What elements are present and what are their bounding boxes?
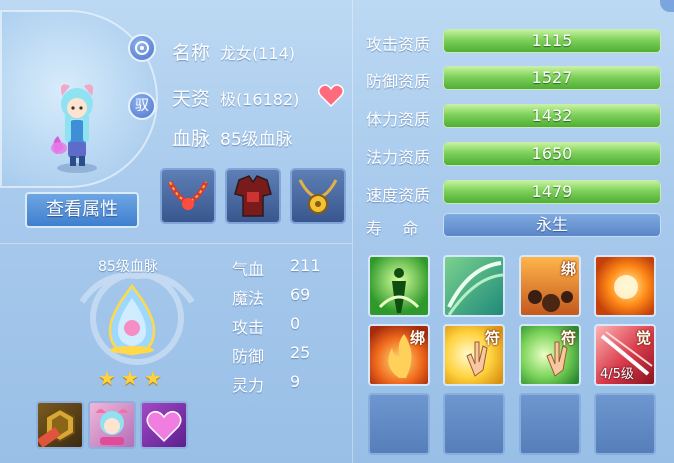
view-attributes-button[interactable]: 查看属性 [25, 192, 139, 228]
tame-badge[interactable]: 驭 [128, 92, 156, 120]
equip-slot-amulet[interactable] [290, 168, 346, 224]
aptitude-value: 1527 [531, 68, 573, 87]
talent-value: 极(16182) [220, 90, 300, 109]
heart-item-icon [146, 410, 182, 443]
bloodline-star-icon: ★ [121, 366, 139, 390]
stat-row-defense: 防御 25 [232, 343, 310, 367]
skill-awaken-tag: 觉 [635, 329, 651, 347]
aptitude-bar-speed: 1479 [443, 180, 661, 204]
skill-bound-tag: 绑 [560, 260, 576, 278]
skill-slot[interactable]: 绑 [368, 324, 430, 386]
aptitude-label-speed: 速度资质 [366, 186, 431, 205]
aptitude-label-defense: 防御资质 [366, 72, 431, 91]
lifespan-label: 寿 命 [366, 219, 419, 238]
empty-skill-slot[interactable] [443, 393, 505, 455]
green-aura-skill-icon [378, 268, 420, 313]
necklace-icon [167, 180, 209, 210]
skill-talisman-tag: 符 [560, 329, 576, 347]
equip-slot-necklace[interactable] [160, 168, 216, 224]
equip-slot-item-icon [36, 407, 75, 448]
bloodline-gem-icon[interactable] [104, 284, 160, 356]
pet-dragon-girl-figure [51, 84, 97, 173]
skill-slot[interactable] [443, 255, 505, 317]
aptitude-bar-mana: 1650 [443, 142, 661, 166]
aptitude-value: 1115 [531, 31, 573, 50]
skill-slot[interactable]: 符 [519, 324, 581, 386]
equip-slot-armor[interactable] [225, 168, 281, 224]
stat-value: 9 [290, 372, 301, 391]
center-divider [352, 0, 353, 463]
aptitude-value: 1650 [531, 144, 573, 163]
corner-decoration [660, 0, 674, 12]
pet-bloodline-row: 血脉 85级血脉 [172, 124, 293, 151]
empty-skill-slot[interactable] [519, 393, 581, 455]
left-divider [0, 243, 352, 244]
skill-slot[interactable]: 觉 4/5级 [594, 324, 656, 386]
skill-slot[interactable] [368, 255, 430, 317]
lifespan-value: 永生 [443, 213, 661, 237]
stat-label: 魔法 [232, 289, 265, 308]
skill-slot[interactable]: 符 [443, 324, 505, 386]
aptitude-label-mana: 法力资质 [366, 148, 431, 167]
skill-talisman-tag: 符 [484, 329, 500, 347]
bloodline-title: 85级血脉 [98, 259, 158, 275]
stat-label: 防御 [232, 347, 265, 366]
pet-talent-row: 天资 极(16182) [172, 84, 299, 111]
stat-value: 25 [290, 343, 311, 362]
aptitude-bar-stamina: 1432 [443, 104, 661, 128]
stat-label: 灵力 [232, 376, 265, 395]
empty-skill-slot[interactable] [368, 393, 430, 455]
skill-level-label: 4/5级 [600, 367, 634, 382]
pet-name-row: 名称 龙女(114) [172, 38, 295, 65]
item-slot-pet-portrait[interactable] [88, 401, 136, 449]
skill-slot[interactable]: 绑 [519, 255, 581, 317]
heart-icon[interactable] [318, 84, 344, 108]
stat-row-attack: 攻击 0 [232, 314, 300, 338]
stat-row-mp: 魔法 69 [232, 285, 310, 309]
item-slot-heart[interactable] [140, 401, 188, 449]
stat-label: 攻击 [232, 318, 265, 337]
stat-row-spirit: 灵力 9 [232, 372, 300, 396]
name-value: 龙女(114) [220, 44, 296, 63]
aptitude-bar-defense: 1527 [443, 66, 661, 90]
aptitude-label-stamina: 体力资质 [366, 110, 431, 129]
aptitude-value: 1432 [531, 106, 573, 125]
bloodline-label: 血脉 [172, 128, 211, 150]
aptitude-bar-attack: 1115 [443, 29, 661, 53]
aptitude-value: 1479 [531, 182, 573, 201]
stat-value: 69 [290, 285, 311, 304]
amulet-icon [298, 179, 338, 214]
talent-label: 天资 [172, 88, 211, 110]
item-slot-equip[interactable] [36, 401, 84, 449]
skill-bound-tag: 绑 [409, 329, 425, 347]
aptitude-label-attack: 攻击资质 [366, 35, 431, 54]
green-wind-skill-icon [447, 261, 503, 315]
armor-icon [234, 175, 272, 217]
pet-type-icon[interactable] [128, 34, 156, 62]
bloodline-value: 85级血脉 [220, 130, 293, 150]
fireball-skill-icon [614, 275, 638, 299]
name-label: 名称 [172, 42, 211, 64]
empty-skill-slot[interactable] [594, 393, 656, 455]
stat-row-hp: 气血 211 [232, 256, 321, 280]
bloodline-star-icon: ★ [144, 366, 162, 390]
stat-value: 211 [290, 256, 321, 275]
skill-slot[interactable] [594, 255, 656, 317]
bloodline-star-icon: ★ [98, 366, 116, 390]
stat-value: 0 [290, 314, 301, 333]
stat-label: 气血 [232, 260, 265, 279]
pet-portrait-item-icon [96, 409, 128, 445]
